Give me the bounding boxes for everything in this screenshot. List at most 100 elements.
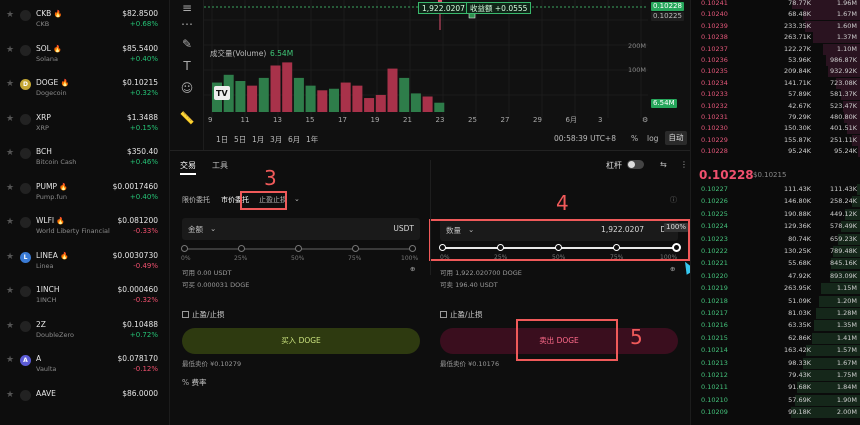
- coin-row[interactable]: ★ XRP XRP $1.3488 +0.15%: [0, 108, 170, 138]
- coin-row[interactable]: ★ BCH Bitcoin Cash $350.40 +0.46%: [0, 142, 170, 172]
- coin-row[interactable]: ★ CKB 🔥 CKB $82.8500 +0.68%: [0, 4, 170, 34]
- add-funds-icon[interactable]: ⊕: [670, 265, 675, 273]
- bid-row[interactable]: 0.10214 163.42K 1.57M: [691, 345, 860, 357]
- ask-row[interactable]: 0.10232 42.67K 523.47K: [691, 100, 860, 112]
- bid-row[interactable]: 0.10227 111.43K 111.43K: [691, 184, 860, 195]
- bid-row[interactable]: 0.10218 51.09K 1.20M: [691, 295, 860, 307]
- bid-row[interactable]: 0.10224 129.36K 578.49K: [691, 221, 860, 233]
- bid-qty: 263.95K: [783, 284, 811, 293]
- bid-row[interactable]: 0.10220 47.92K 893.09K: [691, 270, 860, 282]
- leverage-toggle[interactable]: [627, 160, 644, 169]
- auto-scale-button[interactable]: 自动: [665, 131, 687, 145]
- text-icon[interactable]: T: [179, 58, 195, 74]
- star-icon[interactable]: ★: [6, 149, 15, 158]
- star-icon[interactable]: ★: [6, 287, 15, 296]
- ask-row[interactable]: 0.10233 57.89K 581.37K: [691, 89, 860, 101]
- add-funds-icon[interactable]: ⊕: [410, 265, 415, 273]
- range-1y[interactable]: 1年: [306, 134, 318, 145]
- buy-slider-stop-25[interactable]: [238, 245, 245, 252]
- bid-row[interactable]: 0.10225 190.88K 449.12K: [691, 208, 860, 220]
- tab-trade[interactable]: 交易: [180, 160, 196, 171]
- chart-canvas[interactable]: 成交量(Volume) 6.54M 200M 100M TV 9 11 13 15 17 19 21 2…: [204, 0, 690, 130]
- range-1m[interactable]: 1月: [252, 134, 264, 145]
- fib-icon[interactable]: ⋯: [179, 16, 195, 32]
- tab-tools[interactable]: 工具: [212, 160, 228, 171]
- bid-row[interactable]: 0.10221 55.68K 845.16K: [691, 258, 860, 270]
- settings-icon[interactable]: ⇆: [660, 160, 667, 169]
- ask-row[interactable]: 0.10241 78.77K 1.96M: [691, 0, 860, 9]
- bid-row[interactable]: 0.10210 57.69K 1.90M: [691, 394, 860, 406]
- bid-row[interactable]: 0.10211 91.68K 1.84M: [691, 382, 860, 394]
- star-icon[interactable]: ★: [6, 356, 15, 365]
- x-tick-label: 9: [208, 116, 212, 124]
- coin-row[interactable]: ★ AAVE $86.0000: [0, 384, 170, 414]
- ask-row[interactable]: 0.10238 263.71K 1.37M: [691, 32, 860, 44]
- ask-row[interactable]: 0.10239 233.35K 1.60M: [691, 20, 860, 32]
- bid-row[interactable]: 0.10219 263.95K 1.15M: [691, 283, 860, 295]
- bid-row[interactable]: 0.10222 130.25K 789.48K: [691, 246, 860, 257]
- buy-slider-stop-100[interactable]: [409, 245, 416, 252]
- bid-row[interactable]: 0.10209 99.18K 2.00M: [691, 407, 860, 419]
- ask-row[interactable]: 0.10231 79.29K 480.80K: [691, 112, 860, 123]
- ask-row[interactable]: 0.10229 155.87K 251.11K: [691, 134, 860, 146]
- x-tick-label: 15: [306, 116, 315, 124]
- star-icon[interactable]: ★: [6, 321, 15, 331]
- ask-qty: 155.87K: [783, 135, 811, 144]
- coin-row[interactable]: ★ L LINEA 🔥 Linea $0.0030730 -0.49%: [0, 246, 170, 276]
- x-tick-label: 29: [533, 116, 542, 124]
- star-icon[interactable]: ★: [6, 252, 15, 262]
- range-6m[interactable]: 6月: [288, 134, 300, 145]
- sell-tpsl-checkbox[interactable]: 止盈/止损: [440, 309, 483, 320]
- buy-tpsl-checkbox[interactable]: 止盈/止损: [182, 309, 225, 320]
- ask-row[interactable]: 0.10228 95.24K 95.24K: [691, 146, 860, 158]
- ask-row[interactable]: 0.10240 68.48K 1.67M: [691, 9, 860, 21]
- bid-row[interactable]: 0.10212 79.43K 1.75M: [691, 370, 860, 381]
- info-icon[interactable]: ⓘ: [670, 195, 677, 205]
- star-icon[interactable]: ★: [6, 114, 15, 124]
- coin-row[interactable]: ★ WLFI 🔥 World Liberty Financial $0.081200 -…: [0, 211, 170, 241]
- coin-row[interactable]: ★ D DOGE 🔥 Dogecoin $0.10215 +0.32%: [0, 73, 170, 103]
- bid-row[interactable]: 0.10215 62.86K 1.41M: [691, 332, 860, 344]
- buy-slider-stop-0[interactable]: [181, 245, 188, 252]
- bid-row[interactable]: 0.10213 98.33K 1.67M: [691, 357, 860, 369]
- bid-row[interactable]: 0.10226 146.80K 258.24K: [691, 196, 860, 208]
- star-icon[interactable]: ★: [6, 218, 15, 227]
- subtab-limit[interactable]: 限价委托: [182, 195, 210, 205]
- coin-row[interactable]: ★ 2Z DoubleZero $0.10488 +0.72%: [0, 315, 170, 345]
- range-3m[interactable]: 3月: [270, 134, 282, 145]
- ask-row[interactable]: 0.10236 53.96K 986.87K: [691, 55, 860, 66]
- buy-amount-input[interactable]: 金额 ⌄ USDT: [182, 218, 420, 240]
- price-chart[interactable]: ≡ ⋯ ✎ T ☺ 📏 成交量(Volume) 6.54M 200M 100M TV 9 1…: [170, 0, 690, 150]
- more-icon[interactable]: ⋮: [680, 160, 688, 169]
- buy-button[interactable]: 买入 DOGE: [182, 328, 420, 354]
- percent-toggle[interactable]: %: [631, 134, 638, 143]
- star-icon[interactable]: ★: [6, 183, 15, 193]
- star-icon[interactable]: ★: [6, 11, 15, 20]
- chevron-down-icon[interactable]: ⌄: [210, 224, 216, 233]
- coin-row[interactable]: ★ PUMP 🔥 Pump.fun $0.0017460 +0.40%: [0, 177, 170, 207]
- buy-slider-stop-75[interactable]: [352, 245, 359, 252]
- bid-row[interactable]: 0.10223 80.74K 659.23K: [691, 233, 860, 245]
- coin-row[interactable]: ★ 1INCH 1INCH $0.000460 -0.32%: [0, 280, 170, 310]
- ask-row[interactable]: 0.10237 122.27K 1.10M: [691, 43, 860, 55]
- crosshair-icon[interactable]: ≡: [179, 0, 195, 16]
- ask-row[interactable]: 0.10230 150.30K 401.51K: [691, 123, 860, 135]
- brush-icon[interactable]: ✎: [179, 36, 195, 52]
- emoji-icon[interactable]: ☺: [179, 80, 195, 96]
- range-1d[interactable]: 1日: [216, 134, 228, 145]
- ask-row[interactable]: 0.10235 209.84K 932.92K: [691, 66, 860, 78]
- buy-slider-stop-50[interactable]: [295, 245, 302, 252]
- star-icon[interactable]: ★: [6, 45, 15, 55]
- range-5d[interactable]: 5日: [234, 134, 246, 145]
- log-toggle[interactable]: log: [647, 134, 658, 143]
- bid-price: 0.10217: [701, 309, 728, 317]
- bid-row[interactable]: 0.10216 63.35K 1.35M: [691, 320, 860, 332]
- ask-row[interactable]: 0.10234 141.71K 723.08K: [691, 77, 860, 89]
- ruler-icon[interactable]: 📏: [179, 110, 195, 126]
- star-icon[interactable]: ★: [6, 80, 15, 89]
- coin-row[interactable]: ★ SOL 🔥 Solana $85.5400 +0.40%: [0, 39, 170, 69]
- bid-row[interactable]: 0.10217 81.03K 1.28M: [691, 308, 860, 319]
- star-icon[interactable]: ★: [6, 390, 15, 400]
- coin-row[interactable]: ★ A A Vaulta $0.078170 -0.12%: [0, 349, 170, 379]
- chevron-down-icon[interactable]: ⌄: [294, 195, 300, 203]
